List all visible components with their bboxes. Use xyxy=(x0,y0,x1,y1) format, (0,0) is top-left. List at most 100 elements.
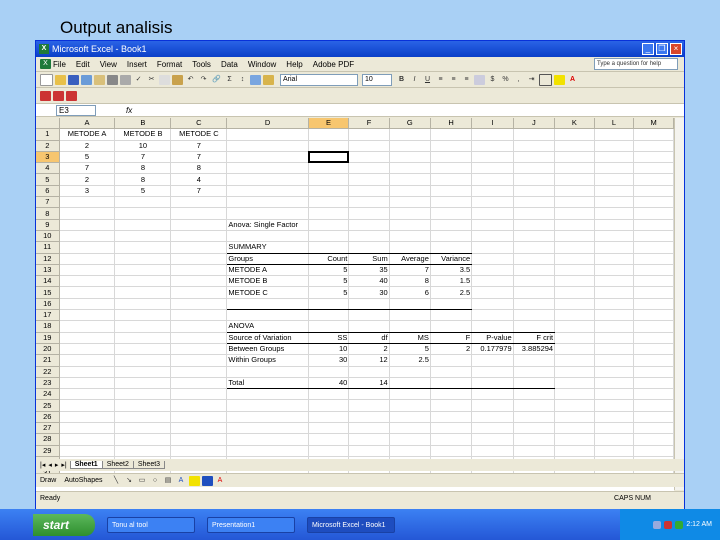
cell[interactable] xyxy=(59,399,116,412)
cell[interactable] xyxy=(594,445,635,457)
cell[interactable] xyxy=(308,320,350,333)
cell[interactable] xyxy=(430,151,473,164)
row-header[interactable]: 10 xyxy=(36,230,60,243)
undo-icon[interactable]: ↶ xyxy=(185,75,196,85)
drawing-icon[interactable] xyxy=(263,74,274,85)
cell[interactable] xyxy=(348,230,390,243)
row-header[interactable]: 3 xyxy=(36,151,60,164)
italic-button[interactable]: I xyxy=(409,75,420,85)
start-button[interactable]: start xyxy=(33,513,95,536)
sheet-tab[interactable]: Sheet3 xyxy=(132,461,166,469)
text-color-icon[interactable]: A xyxy=(215,476,226,486)
cell[interactable]: METODE A xyxy=(59,128,116,141)
first-sheet-icon[interactable]: |◂ xyxy=(40,461,45,469)
cell[interactable] xyxy=(114,241,172,254)
cell[interactable] xyxy=(471,241,514,254)
cell[interactable] xyxy=(170,388,228,401)
cell[interactable] xyxy=(471,140,514,152)
cell[interactable] xyxy=(114,320,172,333)
autosum-icon[interactable]: Σ xyxy=(224,75,235,85)
cell[interactable] xyxy=(114,264,172,277)
cell[interactable] xyxy=(513,230,556,243)
cell[interactable] xyxy=(633,162,674,175)
cell[interactable]: 2 xyxy=(430,343,473,356)
cell[interactable] xyxy=(471,196,514,209)
cell[interactable] xyxy=(471,399,514,412)
cell[interactable]: Variance xyxy=(430,253,473,265)
cell[interactable]: 5 xyxy=(308,275,350,288)
cell[interactable] xyxy=(389,173,431,186)
textbox-icon[interactable]: ▤ xyxy=(163,476,174,486)
cell[interactable] xyxy=(308,433,350,446)
cell[interactable] xyxy=(594,343,635,356)
cell[interactable] xyxy=(554,241,595,254)
cell[interactable] xyxy=(308,173,350,186)
save-icon[interactable] xyxy=(68,74,79,85)
cell[interactable] xyxy=(348,411,390,424)
cell[interactable] xyxy=(430,309,473,322)
cell[interactable]: df xyxy=(348,332,390,344)
cell[interactable] xyxy=(226,128,309,141)
cell[interactable]: 14 xyxy=(348,377,390,390)
cell[interactable] xyxy=(170,366,228,378)
cell[interactable] xyxy=(170,399,228,412)
autoshapes-menu[interactable]: AutoShapes xyxy=(64,477,102,484)
cell[interactable]: 2 xyxy=(59,140,116,152)
column-header[interactable]: F xyxy=(348,118,390,130)
cell[interactable] xyxy=(389,411,431,424)
cell[interactable] xyxy=(554,377,595,390)
cell[interactable] xyxy=(170,309,228,322)
cell[interactable] xyxy=(59,366,116,378)
cell[interactable] xyxy=(594,433,635,446)
cell[interactable]: 2.5 xyxy=(430,286,473,299)
cell[interactable] xyxy=(594,185,635,198)
cell[interactable] xyxy=(430,162,473,175)
cell[interactable] xyxy=(389,185,431,198)
cell[interactable] xyxy=(59,230,116,243)
cell[interactable] xyxy=(114,196,172,209)
cell[interactable] xyxy=(226,140,309,152)
cell[interactable] xyxy=(513,162,556,175)
print-preview-icon[interactable] xyxy=(120,74,131,85)
cell[interactable] xyxy=(114,422,172,435)
cell[interactable] xyxy=(226,366,309,378)
cell[interactable]: 5 xyxy=(389,343,431,356)
cell[interactable] xyxy=(554,422,595,435)
rectangle-icon[interactable]: ▭ xyxy=(137,476,148,486)
cell[interactable]: 12 xyxy=(348,354,390,367)
cell[interactable]: 8 xyxy=(389,275,431,288)
cell[interactable]: 7 xyxy=(114,151,172,164)
cell[interactable]: METODE B xyxy=(226,275,309,288)
cell[interactable] xyxy=(389,207,431,220)
merge-icon[interactable] xyxy=(474,74,485,85)
row-header[interactable]: 11 xyxy=(36,241,60,254)
cell[interactable] xyxy=(633,411,674,424)
cell[interactable] xyxy=(633,309,674,322)
cell[interactable] xyxy=(308,366,350,378)
cell[interactable] xyxy=(471,275,514,288)
cell[interactable] xyxy=(308,309,350,322)
cell[interactable]: METODE B xyxy=(114,128,172,141)
restore-button[interactable]: ❐ xyxy=(656,43,668,55)
cell[interactable] xyxy=(471,388,514,401)
spelling-icon[interactable]: ✓ xyxy=(133,75,144,85)
cell[interactable] xyxy=(554,298,595,311)
cell[interactable] xyxy=(114,332,172,344)
cell[interactable] xyxy=(308,162,350,175)
cell[interactable] xyxy=(554,151,595,164)
cell[interactable]: 30 xyxy=(308,354,350,367)
row-header[interactable]: 29 xyxy=(36,445,60,457)
cell[interactable] xyxy=(59,445,116,457)
cell[interactable] xyxy=(594,253,635,265)
cell[interactable] xyxy=(348,320,390,333)
cell[interactable] xyxy=(430,388,473,401)
cell[interactable] xyxy=(471,411,514,424)
cell[interactable] xyxy=(59,298,116,311)
cell[interactable] xyxy=(471,253,514,265)
cell[interactable] xyxy=(594,151,635,164)
cell[interactable] xyxy=(513,275,556,288)
cell[interactable] xyxy=(389,241,431,254)
cell[interactable] xyxy=(59,196,116,209)
cell[interactable] xyxy=(114,366,172,378)
cell[interactable] xyxy=(430,173,473,186)
